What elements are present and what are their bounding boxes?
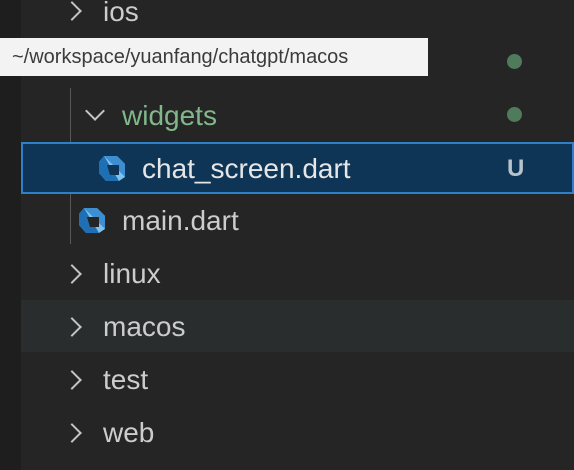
tree-item-web[interactable]: web <box>21 406 574 458</box>
tree-item-ios[interactable]: ios <box>21 0 574 37</box>
untracked-badge: U <box>507 155 525 182</box>
tree-item-label: web <box>103 417 155 448</box>
dart-file-icon <box>79 208 105 233</box>
dart-file-icon <box>99 156 125 181</box>
tree-item-label: chat_screen.dart <box>142 153 351 184</box>
tree-item-label: ios <box>103 0 139 27</box>
tree-item-label: widgets <box>122 100 217 131</box>
path-tooltip: ~/workspace/yuanfang/chatgpt/macos <box>0 38 428 76</box>
tree-item-label: main.dart <box>122 205 239 236</box>
tree-item-macos[interactable]: macos <box>21 300 574 352</box>
tree-item-test[interactable]: test <box>21 353 574 405</box>
chevron-down-icon <box>85 101 105 121</box>
tree-item-linux[interactable]: linux <box>21 247 574 299</box>
tree-item-label: linux <box>103 258 161 289</box>
chevron-right-icon <box>62 370 82 390</box>
chevron-right-icon <box>62 1 82 21</box>
tree-item-widgets[interactable]: widgets <box>21 89 574 141</box>
tree-item-label: test <box>103 364 149 395</box>
tree-item-chat-screen[interactable]: chat_screen.dart U <box>21 142 574 194</box>
tree-item-label: macos <box>103 311 186 342</box>
modified-status-dot <box>507 54 522 69</box>
chevron-right-icon <box>62 423 82 443</box>
tree-item-main[interactable]: main.dart <box>21 194 574 246</box>
chevron-right-icon <box>62 264 82 284</box>
chevron-right-icon <box>62 317 82 337</box>
untracked-status-dot <box>507 107 522 122</box>
